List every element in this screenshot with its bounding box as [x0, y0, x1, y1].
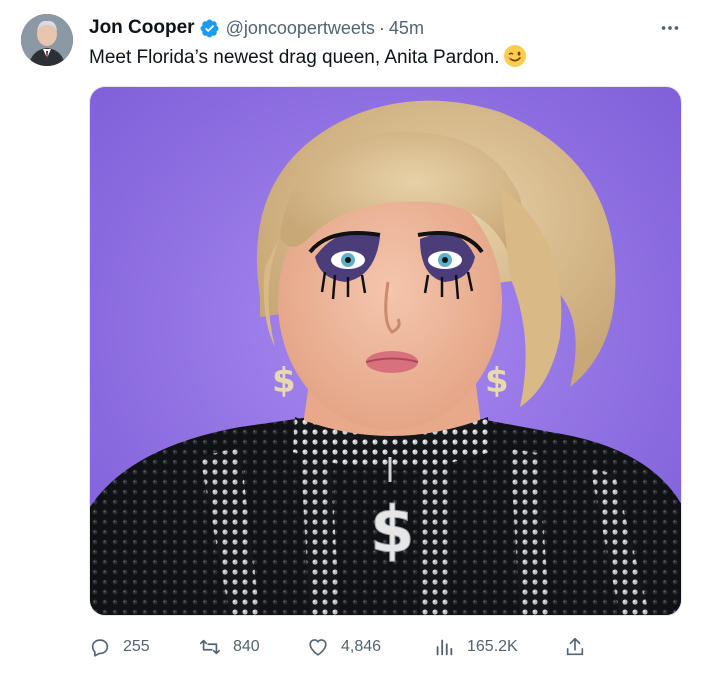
svg-text:$: $ [272, 361, 296, 401]
views-button[interactable]: 165.2K [433, 632, 518, 662]
svg-text:$: $ [370, 494, 415, 568]
tweet-header: Jon Cooper @joncoopertweets · 45m [89, 16, 424, 40]
reply-button[interactable]: 255 [89, 632, 150, 662]
tweet-image[interactable]: $ $ $ [89, 86, 682, 616]
tweet-text-container: Meet Florida’s newest drag queen, Anita … [89, 44, 527, 71]
view-count: 165.2K [467, 638, 518, 655]
header-separator: · [378, 17, 385, 38]
heart-icon [309, 639, 327, 656]
tweet-timestamp[interactable]: 45m [389, 18, 424, 39]
more-options-button[interactable] [656, 16, 684, 40]
winking-face-emoji-icon [503, 44, 527, 68]
tweet-text: Meet Florida’s newest drag queen, Anita … [89, 47, 500, 68]
reply-count: 255 [123, 638, 150, 655]
avatar[interactable] [21, 14, 73, 66]
retweet-count: 840 [233, 638, 260, 655]
svg-text:$: $ [485, 361, 509, 401]
views-bar-chart-icon [436, 639, 453, 656]
share-button[interactable] [564, 632, 586, 662]
share-icon [566, 637, 584, 656]
retweet-button[interactable]: 840 [199, 632, 260, 662]
retweet-icon [200, 639, 220, 655]
reply-icon [91, 639, 109, 657]
verified-badge-icon [199, 18, 220, 39]
tweet[interactable]: Jon Cooper @joncoopertweets · 45m Meet F… [0, 0, 703, 673]
author-name[interactable]: Jon Cooper [89, 17, 195, 39]
like-button[interactable]: 4,846 [307, 632, 381, 662]
tweet-actions: 255 840 4,846 165.2K [89, 632, 609, 662]
like-count: 4,846 [341, 638, 382, 655]
more-horizontal-icon [661, 26, 679, 30]
author-handle[interactable]: @joncoopertweets [226, 18, 375, 39]
